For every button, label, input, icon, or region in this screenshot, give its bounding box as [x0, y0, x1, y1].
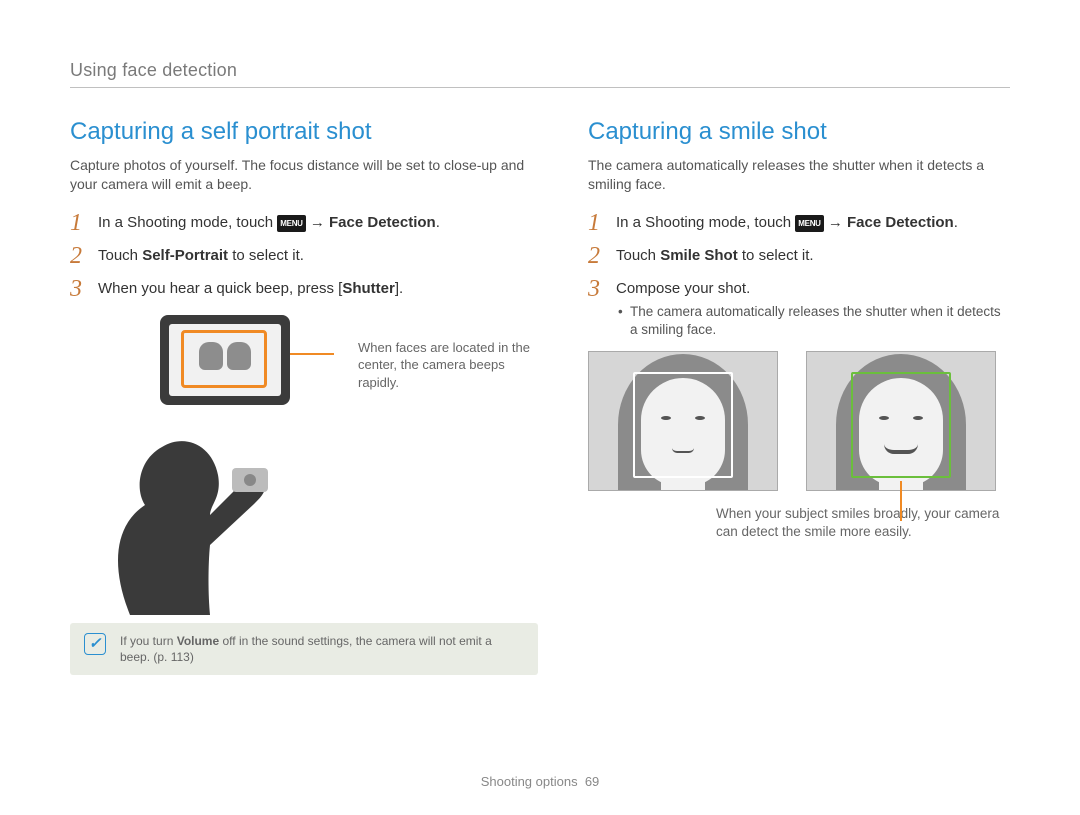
step-right-2: Touch Smile Shot to select it. [588, 245, 1010, 266]
illustration-self-portrait [70, 315, 340, 615]
breadcrumb: Using face detection [70, 60, 1010, 88]
face-neutral-icon [588, 351, 778, 491]
callout-line-icon [290, 353, 334, 355]
info-icon: ✓ [84, 633, 106, 655]
camera-screen-icon [160, 315, 290, 405]
menu-icon: MENU [277, 215, 305, 232]
intro-right: The camera automatically releases the sh… [588, 156, 1010, 194]
step-right-1: In a Shooting mode, touch MENU → Face De… [588, 212, 1010, 233]
illustration-smile [588, 351, 1010, 491]
section-title-right: Capturing a smile shot [588, 118, 1010, 146]
person-silhouette-icon [90, 405, 290, 615]
section-title-left: Capturing a self portrait shot [70, 118, 538, 146]
menu-icon: MENU [795, 215, 823, 232]
step-left-2: Touch Self-Portrait to select it. [70, 245, 538, 266]
face-detection-frame-icon [181, 330, 267, 388]
page-footer: Shooting options 69 [0, 774, 1080, 789]
callout-right: When your subject smiles broadly, your c… [716, 505, 1006, 541]
face-icon [227, 342, 251, 370]
step-right-3: Compose your shot. The camera automatica… [588, 278, 1010, 339]
steps-left: In a Shooting mode, touch MENU → Face De… [70, 212, 538, 299]
section-self-portrait: Capturing a self portrait shot Capture p… [70, 118, 538, 675]
note-text: If you turn Volume off in the sound sett… [120, 633, 524, 665]
note-box: ✓ If you turn Volume off in the sound se… [70, 623, 538, 675]
callout-left: When faces are located in the center, th… [358, 339, 538, 392]
detection-box-white-icon [633, 372, 733, 478]
detection-box-green-icon [851, 372, 951, 478]
bullet-right: The camera automatically releases the sh… [616, 303, 1010, 339]
step-left-1: In a Shooting mode, touch MENU → Face De… [70, 212, 538, 233]
section-smile-shot: Capturing a smile shot The camera automa… [588, 118, 1010, 675]
step-left-3: When you hear a quick beep, press [Shutt… [70, 278, 538, 299]
face-icon [199, 342, 223, 370]
callout-line-icon [900, 481, 902, 521]
intro-left: Capture photos of yourself. The focus di… [70, 156, 538, 194]
steps-right: In a Shooting mode, touch MENU → Face De… [588, 212, 1010, 339]
face-smiling-icon [806, 351, 996, 491]
